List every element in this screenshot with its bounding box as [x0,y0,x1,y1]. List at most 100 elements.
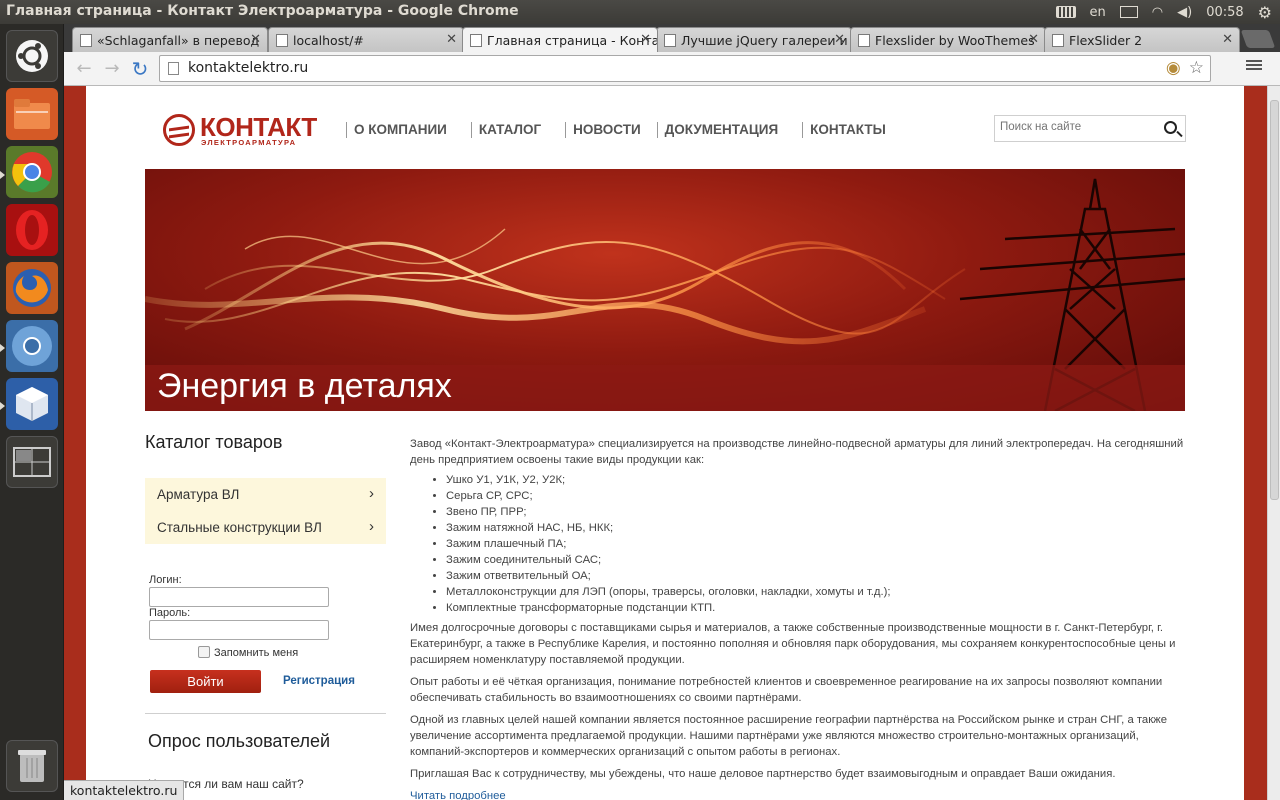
site-logo[interactable]: КОНТАКТ ЭЛЕКТРОАРМАТУРА [163,112,317,154]
catalog-item-label: Арматура ВЛ [157,487,240,502]
remember-checkbox[interactable] [198,646,210,658]
trash-icon[interactable] [6,740,58,792]
page-favicon-icon [858,34,870,47]
nav-documentation[interactable]: ДОКУМЕНТАЦИЯ [656,122,787,138]
workspace-switcher-icon[interactable] [6,436,58,488]
list-item: Комплектные трансформаторные подстанции … [446,600,1186,616]
tab-schlaganfall[interactable]: «Schlaganfall» в перевод ✕ [72,27,268,52]
login-field[interactable] [149,587,329,607]
page-favicon-icon [470,34,482,47]
keyboard-icon[interactable] [1055,6,1076,18]
catalog-item-steel-structures[interactable]: Стальные конструкции ВЛ › [145,511,386,544]
intro-paragraph: Завод «Контакт-Электроарматура» специали… [410,438,1184,466]
browser-window: «Schlaganfall» в перевод ✕ localhost/# ✕… [64,24,1280,800]
list-item: Ушко У1, У1К, У2, У2К; [446,472,1186,488]
page-icon [168,62,179,75]
forward-button[interactable]: → [100,58,124,80]
tab-localhost[interactable]: localhost/# ✕ [268,27,464,52]
ubuntu-dash-icon[interactable] [6,30,58,82]
product-list: Ушко У1, У1К, У2, У2К; Серьга СР, СРС; З… [446,472,1186,616]
opera-icon[interactable] [6,204,58,256]
tab-label: Flexslider by WooThemes [875,33,1035,48]
hero-banner: Энергия в деталях [145,169,1185,411]
top-panel: Главная страница - Контакт Электроармату… [0,0,1280,24]
list-item: Серьга СР, СРС; [446,488,1186,504]
clock[interactable]: 00:58 [1206,5,1243,20]
chromium-icon[interactable] [6,320,58,372]
tab-label: FlexSlider 2 [1069,33,1143,48]
close-icon[interactable]: ✕ [834,32,845,47]
sidebar-divider [145,713,386,714]
system-tray: en ◠ ◀) 00:58 ⚙ [1055,0,1280,24]
paragraph: Приглашая Вас к сотрудничеству, мы убежд… [410,768,1116,780]
page-favicon-icon [80,34,92,47]
tab-jquery-galleries[interactable]: Лучшие jQuery галереи и ✕ [656,27,852,52]
mail-icon[interactable] [1119,6,1138,18]
site-nav: О КОМПАНИИ КАТАЛОГ НОВОСТИ ДОКУМЕНТАЦИЯ … [346,122,894,138]
nav-catalog[interactable]: КАТАЛОГ [470,122,549,138]
nav-contacts[interactable]: КОНТАКТЫ [802,122,894,138]
list-item: Зажим натяжной НАС, НБ, НКК; [446,520,1186,536]
catalog-title: Каталог товаров [145,432,283,452]
nav-news[interactable]: НОВОСТИ [565,122,649,138]
chrome-menu-button[interactable] [1246,58,1262,74]
keyboard-layout[interactable]: en [1090,5,1106,20]
scrollbar-thumb[interactable] [1270,100,1279,500]
close-icon[interactable]: ✕ [640,32,651,47]
chevron-right-icon: › [369,485,374,502]
logo-mark-icon [163,114,195,146]
list-item: Зажим плашечный ПА; [446,536,1186,552]
paragraph: Имея долгосрочные договоры с поставщикам… [410,622,1176,666]
tab-flexslider-woothemes[interactable]: Flexslider by WooThemes ✕ [850,27,1046,52]
main-content: Завод «Контакт-Электроарматура» специали… [410,436,1186,800]
site-search [994,115,1186,142]
tab-label: localhost/# [293,33,364,48]
list-item: Звено ПР, ПРР; [446,504,1186,520]
paragraph: Одной из главных целей нашей компании яв… [410,714,1167,758]
page-viewport: КОНТАКТ ЭЛЕКТРОАРМАТУРА О КОМПАНИИ КАТАЛ… [64,86,1267,800]
window-title: Главная страница - Контакт Электроармату… [6,3,519,19]
gear-icon[interactable]: ⚙ [1258,3,1272,22]
url-text[interactable]: kontaktelektro.ru [188,60,308,76]
reload-button[interactable]: ↻ [128,58,152,80]
close-icon[interactable]: ✕ [446,32,457,47]
paragraph: Опыт работы и её чёткая организация, пон… [410,676,1163,704]
poll-title: Опрос пользователей [148,731,331,751]
bookmark-star-icon[interactable]: ☆ [1189,58,1204,78]
site-page: КОНТАКТ ЭЛЕКТРОАРМАТУРА О КОМПАНИИ КАТАЛ… [86,86,1244,800]
address-bar[interactable]: kontaktelektro.ru ◉ ☆ [159,55,1211,82]
wifi-icon[interactable]: ◠ [1152,5,1163,20]
virtualbox-icon[interactable] [6,378,58,430]
catalog-item-fittings[interactable]: Арматура ВЛ › [145,478,386,511]
firefox-icon[interactable] [6,262,58,314]
login-button[interactable]: Войти [150,670,261,693]
chrome-icon[interactable] [6,146,58,198]
nav-about[interactable]: О КОМПАНИИ [346,122,455,138]
password-field[interactable] [149,620,329,640]
read-more-link[interactable]: Читать подробнее [410,790,506,800]
close-icon[interactable]: ✕ [1028,32,1039,47]
new-tab-button[interactable] [1240,30,1276,48]
close-icon[interactable]: ✕ [1222,32,1233,47]
page-favicon-icon [1052,34,1064,47]
search-input[interactable] [1000,121,1150,133]
tab-main-page[interactable]: Главная страница - Конта ✕ [462,27,658,52]
files-icon[interactable] [6,88,58,140]
launcher [0,24,64,800]
search-icon[interactable] [1164,121,1177,134]
page-favicon-icon [276,34,288,47]
register-link[interactable]: Регистрация [283,675,355,687]
back-button[interactable]: ← [72,58,96,80]
tab-flexslider-2[interactable]: FlexSlider 2 ✕ [1044,27,1240,52]
password-label: Пароль: [149,607,191,619]
tab-label: Главная страница - Конта [487,33,658,48]
cookie-blocked-icon[interactable]: ◉ [1166,58,1181,78]
tab-label: «Schlaganfall» в перевод [97,33,260,48]
vertical-scrollbar[interactable] [1267,86,1280,800]
logo-subtitle: ЭЛЕКТРОАРМАТУРА [201,138,297,147]
close-icon[interactable]: ✕ [250,32,261,47]
page-favicon-icon [664,34,676,47]
volume-icon[interactable]: ◀) [1177,5,1192,20]
list-item: Металлоконструкции для ЛЭП (опоры, траве… [446,584,1186,600]
remember-label: Запомнить меня [214,647,299,659]
